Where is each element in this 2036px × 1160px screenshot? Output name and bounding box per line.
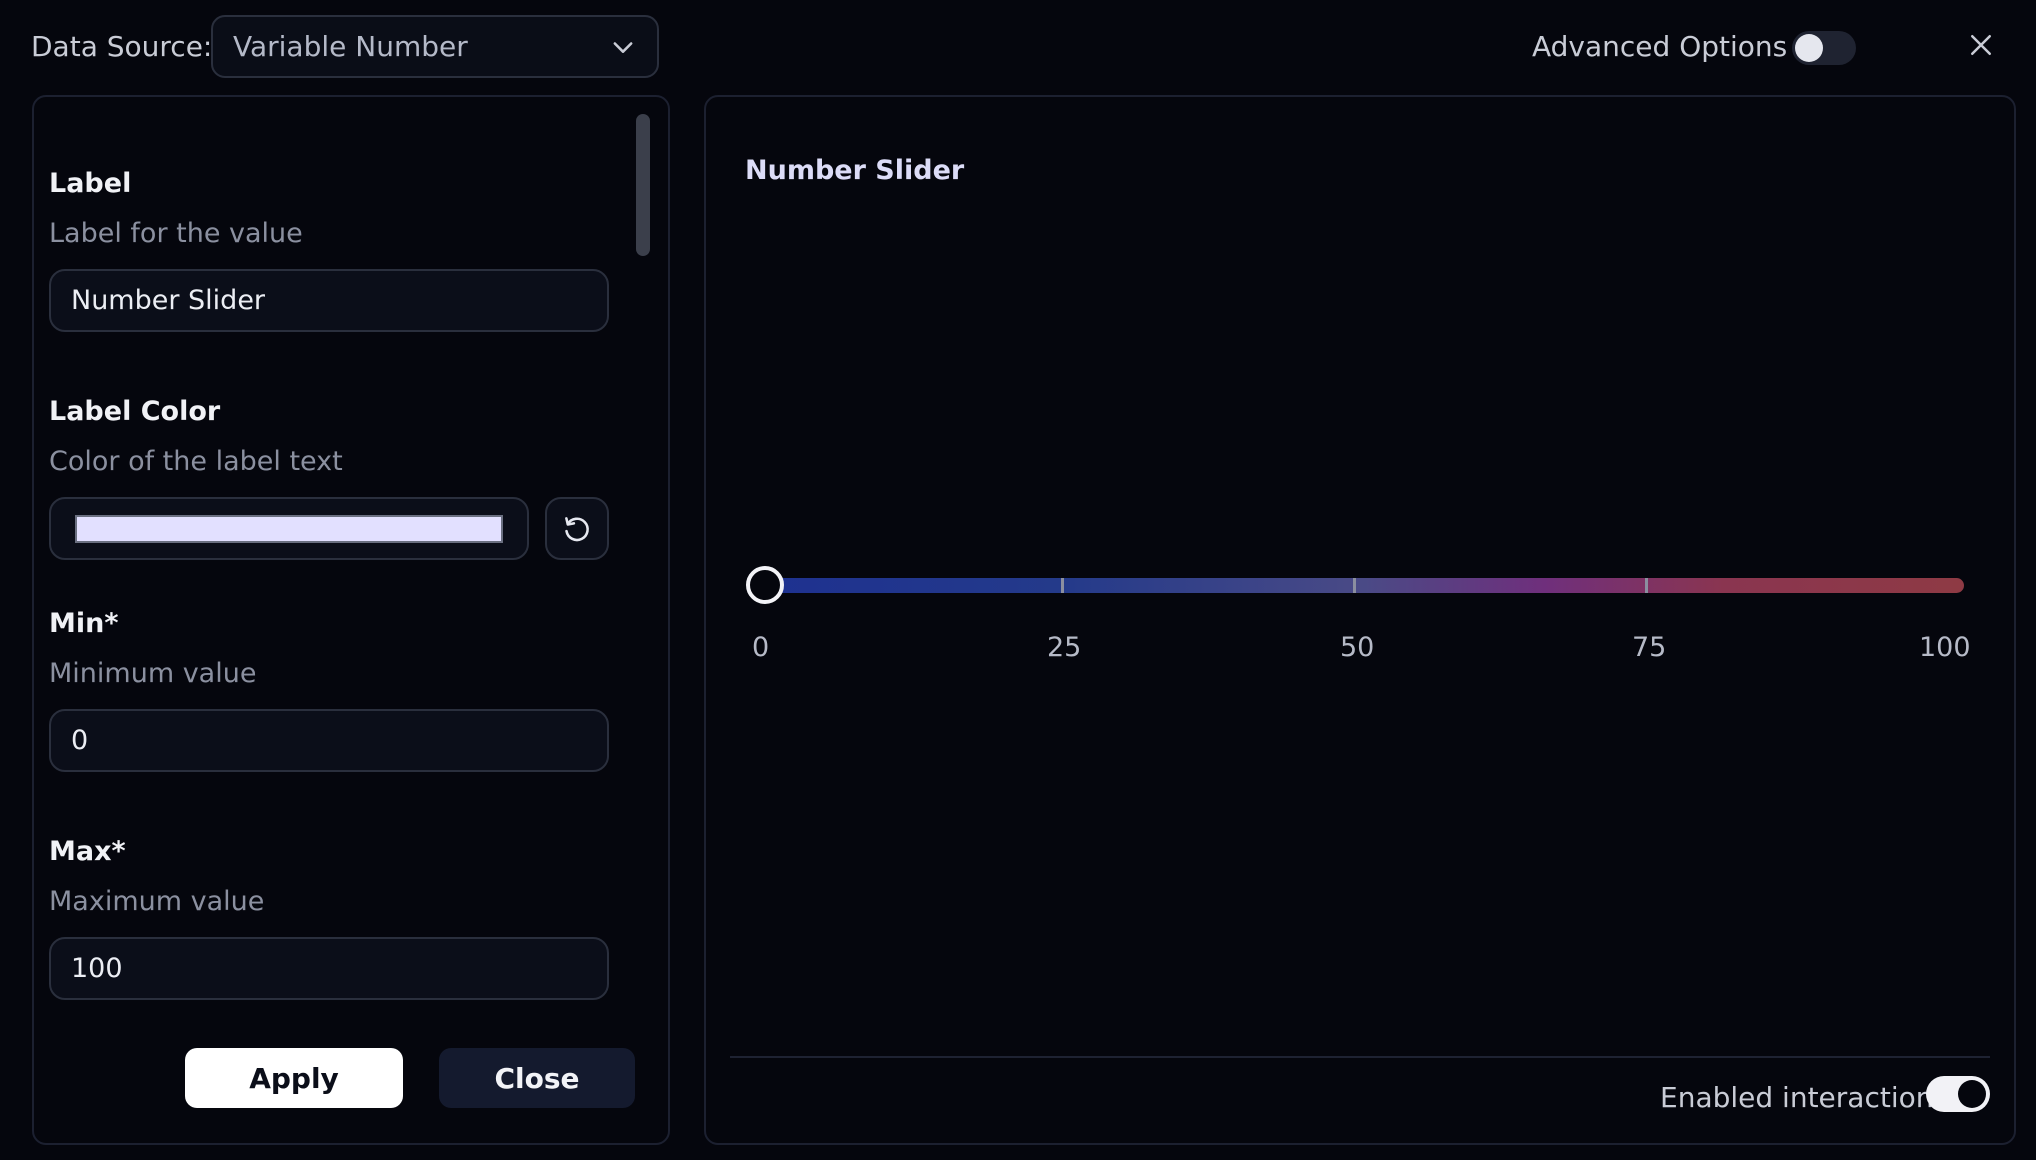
color-swatch[interactable] bbox=[75, 515, 503, 543]
preview-divider bbox=[730, 1056, 1990, 1058]
apply-button[interactable]: Apply bbox=[185, 1048, 403, 1108]
label-color-description: Color of the label text bbox=[49, 446, 343, 477]
slider-tick-label: 100 bbox=[1919, 632, 1971, 663]
data-source-select[interactable]: Variable Number bbox=[211, 15, 659, 78]
slider-track[interactable] bbox=[764, 578, 1964, 593]
enabled-interactions-label: Enabled interactions bbox=[1660, 1081, 1949, 1114]
slider-config-dialog: Data Source: Variable Number Advanced Op… bbox=[0, 0, 2036, 1160]
max-input[interactable] bbox=[49, 937, 609, 1000]
reset-color-button[interactable] bbox=[545, 497, 609, 560]
data-source-label: Data Source: bbox=[31, 30, 213, 63]
settings-scrollbar[interactable] bbox=[636, 114, 650, 256]
label-input[interactable] bbox=[49, 269, 609, 332]
slider-tick-50 bbox=[1353, 578, 1356, 593]
data-source-value: Variable Number bbox=[233, 30, 468, 63]
enabled-interactions-toggle[interactable] bbox=[1926, 1076, 1990, 1112]
preview-panel bbox=[704, 95, 2016, 1145]
slider-tick-label: 0 bbox=[752, 632, 770, 663]
close-button[interactable]: Close bbox=[439, 1048, 635, 1108]
label-color-title: Label Color bbox=[49, 396, 221, 427]
toggle-knob bbox=[1958, 1080, 1986, 1108]
preview-title: Number Slider bbox=[745, 155, 965, 186]
max-field-description: Maximum value bbox=[49, 886, 265, 917]
slider-tick-label: 25 bbox=[1047, 632, 1082, 663]
min-input[interactable] bbox=[49, 709, 609, 772]
toggle-knob bbox=[1795, 34, 1823, 62]
slider-tick-label: 50 bbox=[1340, 632, 1375, 663]
close-icon[interactable] bbox=[1966, 30, 1996, 60]
advanced-options-toggle[interactable] bbox=[1792, 31, 1856, 65]
reset-icon bbox=[565, 516, 589, 541]
slider-tick-25 bbox=[1061, 578, 1064, 593]
slider-thumb[interactable] bbox=[746, 566, 784, 604]
min-field-title: Min* bbox=[49, 608, 119, 639]
chevron-down-icon bbox=[613, 41, 633, 53]
slider-tick-label: 75 bbox=[1632, 632, 1667, 663]
slider-tick-75 bbox=[1645, 578, 1648, 593]
max-field-title: Max* bbox=[49, 836, 126, 867]
advanced-options-label: Advanced Options bbox=[1532, 30, 1788, 63]
label-color-field[interactable] bbox=[49, 497, 529, 560]
label-field-title: Label bbox=[49, 168, 132, 199]
label-field-description: Label for the value bbox=[49, 218, 303, 249]
min-field-description: Minimum value bbox=[49, 658, 257, 689]
